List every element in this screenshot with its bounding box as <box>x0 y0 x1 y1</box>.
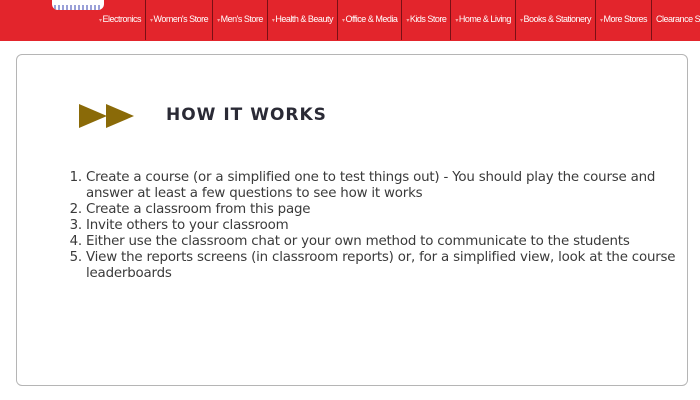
steps-list: Create a course (or a simplified one to … <box>64 170 686 282</box>
step-item: View the reports screens (in classroom r… <box>86 250 686 282</box>
chevron-down-icon: ▾ <box>99 18 102 24</box>
step-item: Create a course (or a simplified one to … <box>86 170 686 202</box>
chevron-down-icon: ▾ <box>150 18 153 24</box>
nav-electronics[interactable]: ▾Electronics <box>95 0 147 40</box>
section-title: HOW IT WORKS <box>166 105 327 125</box>
nav-home-living[interactable]: ▾Home & Living <box>451 0 516 40</box>
nav-kids-store[interactable]: ▾Kids Store <box>402 0 452 40</box>
step-item: Create a classroom from this page <box>86 202 686 218</box>
fast-forward-icon <box>79 104 134 128</box>
nav-more-stores[interactable]: ▾More Stores <box>596 0 653 40</box>
nav-office-media[interactable]: ▾Office & Media <box>338 0 403 40</box>
chevron-down-icon: ▾ <box>217 18 220 24</box>
step-item: Either use the classroom chat or your ow… <box>86 234 686 250</box>
nav-health-beauty[interactable]: ▾Health & Beauty <box>268 0 338 40</box>
nav-womens-store[interactable]: ▾Women's Store <box>146 0 214 40</box>
step-item: Invite others to your classroom <box>86 218 686 234</box>
nav-books-stationery[interactable]: ▾Books & Stationery <box>516 0 596 40</box>
chevron-down-icon: ▾ <box>455 18 458 24</box>
chevron-down-icon: ▾ <box>600 18 603 24</box>
nav-mens-store[interactable]: ▾Men's Store <box>213 0 268 40</box>
chevron-down-icon: ▾ <box>406 18 409 24</box>
top-nav-bar: ▾Electronics ▾Women's Store ▾Men's Store… <box>0 0 700 41</box>
nav-clearance-sale[interactable]: Clearance Sale 2022 <box>652 0 700 40</box>
category-nav: ▾Electronics ▾Women's Store ▾Men's Store… <box>95 0 700 40</box>
